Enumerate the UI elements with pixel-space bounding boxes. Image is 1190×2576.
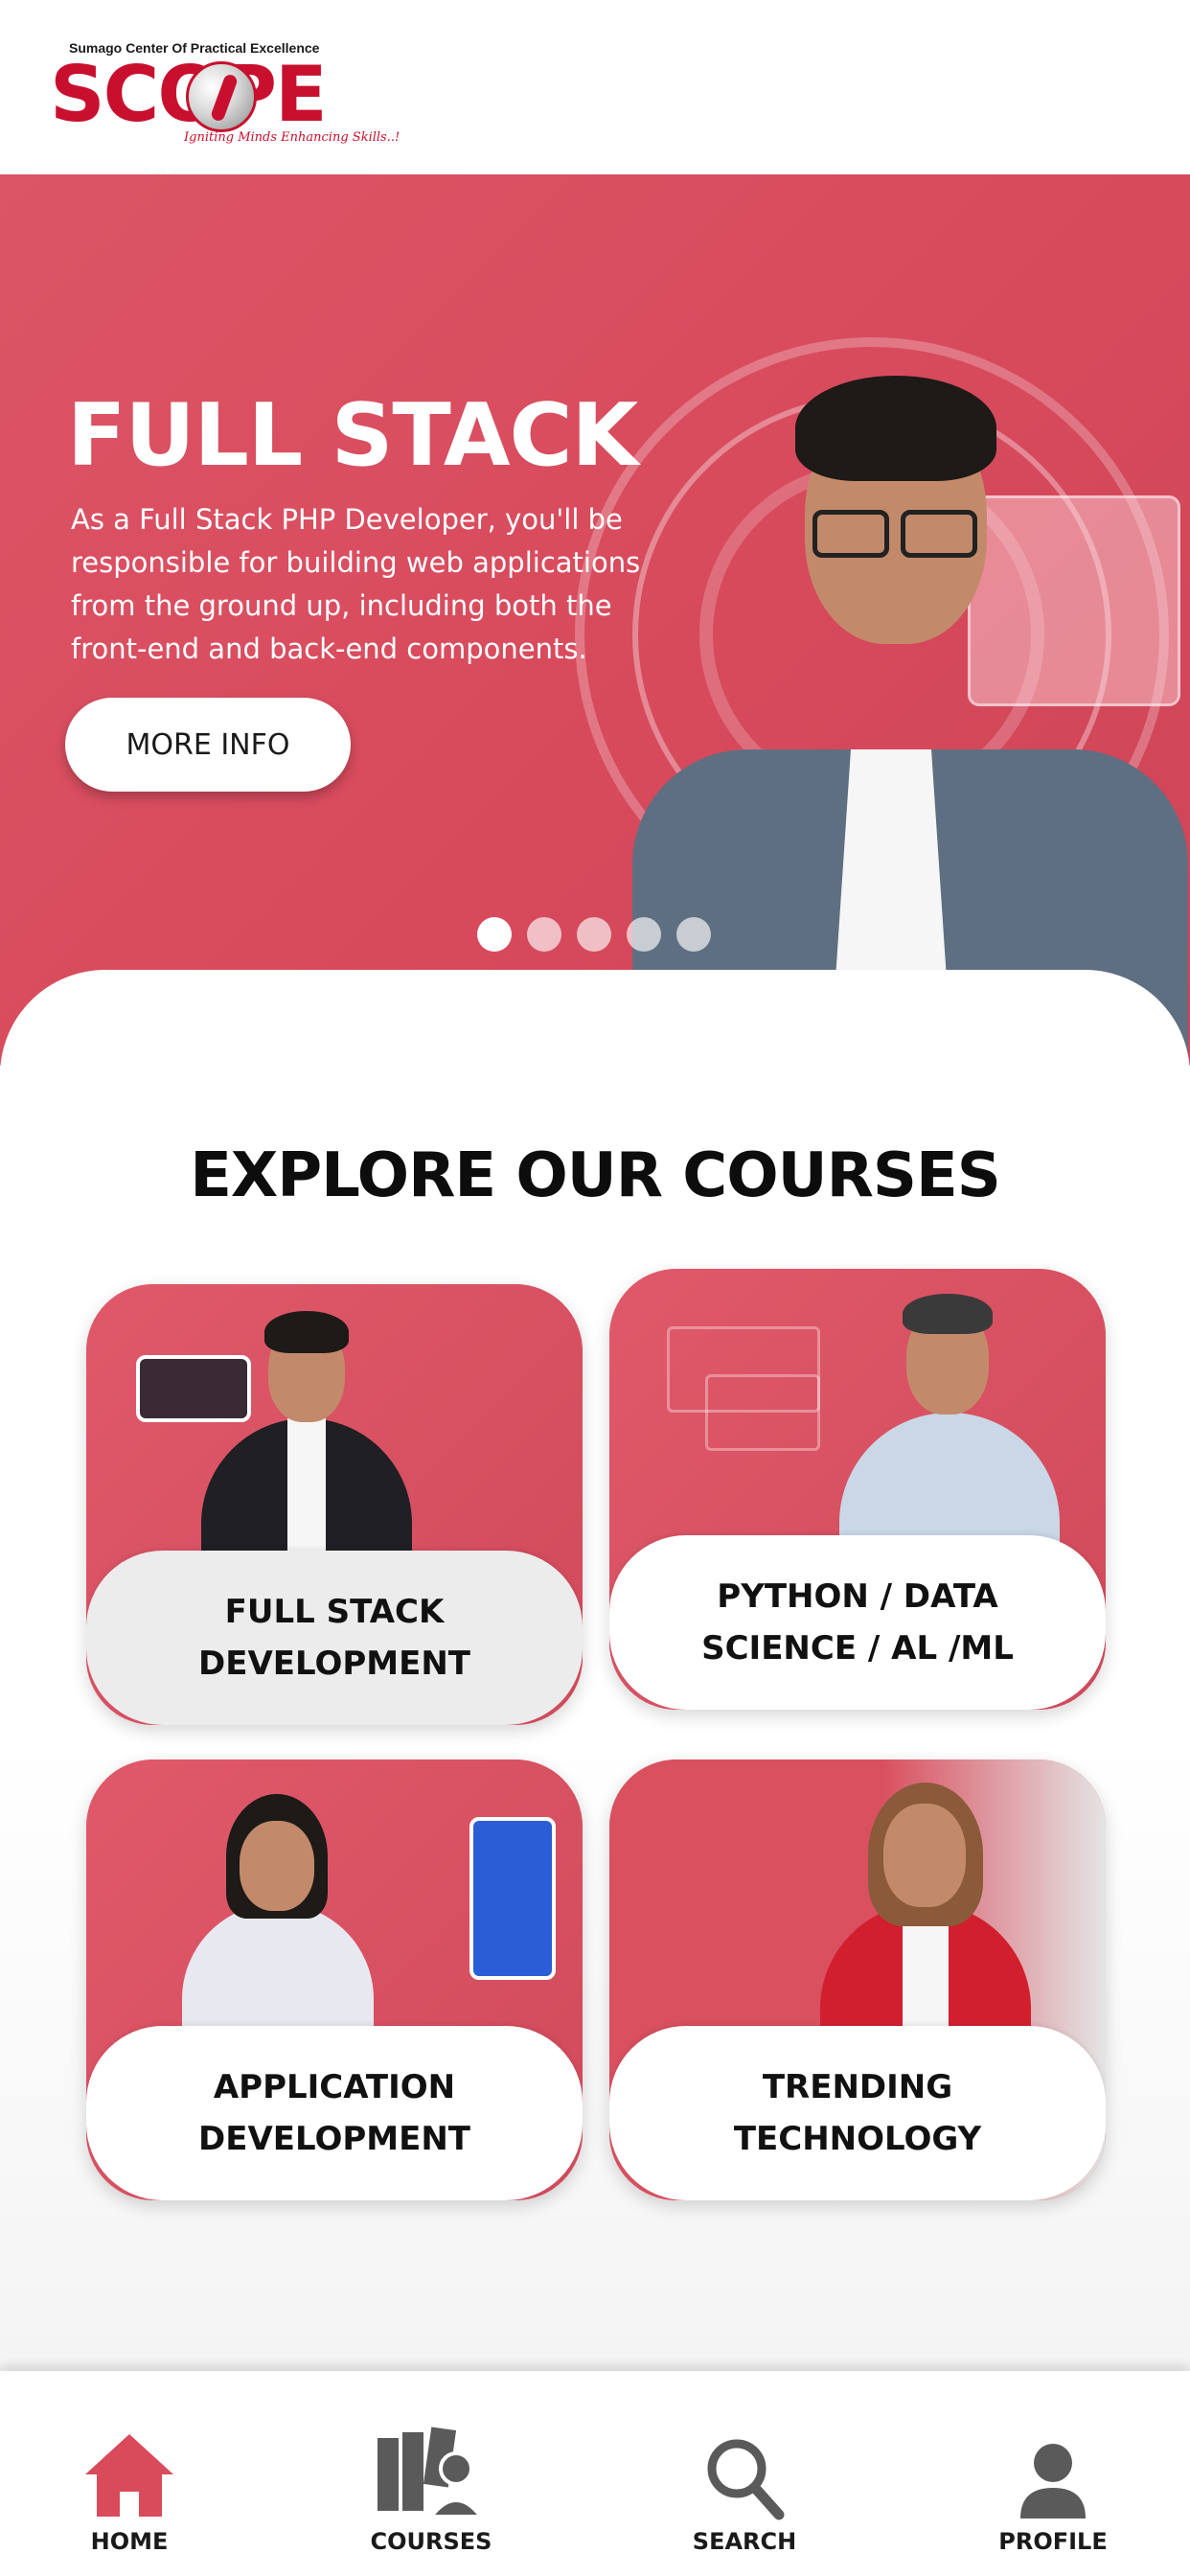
scope-logo[interactable]: Sumago Center Of Practical Excellence SC… bbox=[50, 36, 400, 153]
globe-icon bbox=[186, 61, 257, 132]
course-instructor-image bbox=[839, 1288, 1060, 1556]
more-info-button[interactable]: MORE INFO bbox=[65, 698, 351, 792]
carousel-dot-1[interactable] bbox=[477, 917, 512, 952]
course-card-trending-technology[interactable]: TRENDING TECHNOLOGY bbox=[609, 1760, 1106, 2200]
circuit-pattern bbox=[705, 1374, 820, 1451]
section-title: EXPLORE OUR COURSES bbox=[190, 1140, 1001, 1211]
nav-home[interactable]: HOME bbox=[67, 2371, 192, 2576]
nav-profile[interactable]: PROFILE bbox=[991, 2371, 1115, 2576]
course-card-python-data-science[interactable]: PYTHON / DATA SCIENCE / AL /ML bbox=[609, 1269, 1106, 1710]
phone-screen-icon bbox=[469, 1817, 556, 1980]
course-label: PYTHON / DATA SCIENCE / AL /ML bbox=[609, 1535, 1106, 1710]
course-instructor-image bbox=[201, 1303, 412, 1552]
nav-search[interactable]: SEARCH bbox=[682, 2371, 807, 2576]
course-card-full-stack[interactable]: FULL STACK DEVELOPMENT bbox=[86, 1284, 583, 1725]
carousel-dot-5[interactable] bbox=[676, 917, 711, 952]
course-label: TRENDING TECHNOLOGY bbox=[609, 2026, 1106, 2200]
course-instructor-image bbox=[182, 1788, 374, 2028]
hero-instructor-image bbox=[613, 347, 1188, 1066]
carousel-dot-2[interactable] bbox=[527, 917, 561, 952]
courses-icon bbox=[378, 2426, 486, 2518]
hero-title: FULL STACK bbox=[67, 385, 638, 486]
carousel-dot-3[interactable] bbox=[577, 917, 611, 952]
home-icon bbox=[85, 2434, 173, 2517]
app-header: Sumago Center Of Practical Excellence SC… bbox=[0, 0, 1190, 174]
search-icon bbox=[707, 2439, 785, 2520]
profile-icon bbox=[1020, 2444, 1086, 2518]
nav-search-label: SEARCH bbox=[692, 2528, 797, 2555]
nav-home-label: HOME bbox=[90, 2528, 169, 2555]
bottom-navigation: HOME COURSES SEARCH PROFILE bbox=[0, 2371, 1190, 2576]
nav-courses[interactable]: COURSES bbox=[369, 2371, 493, 2576]
carousel-indicator bbox=[477, 917, 711, 952]
course-instructor-image bbox=[820, 1779, 1031, 2047]
hero-description: As a Full Stack PHP Developer, you'll be… bbox=[71, 503, 641, 665]
course-card-application-development[interactable]: APPLICATION DEVELOPMENT bbox=[86, 1760, 583, 2200]
carousel-dot-4[interactable] bbox=[627, 917, 661, 952]
courses-section: EXPLORE OUR COURSES FULL STACK DEVELOPME… bbox=[0, 970, 1190, 2371]
nav-courses-label: COURSES bbox=[370, 2528, 492, 2555]
course-label: APPLICATION DEVELOPMENT bbox=[86, 2026, 583, 2200]
hero-banner[interactable]: FULL STACK As a Full Stack PHP Developer… bbox=[0, 174, 1190, 1066]
course-label: FULL STACK DEVELOPMENT bbox=[86, 1551, 583, 1725]
logo-tagline: Igniting Minds Enhancing Skills..! bbox=[184, 130, 400, 145]
nav-profile-label: PROFILE bbox=[998, 2528, 1108, 2555]
